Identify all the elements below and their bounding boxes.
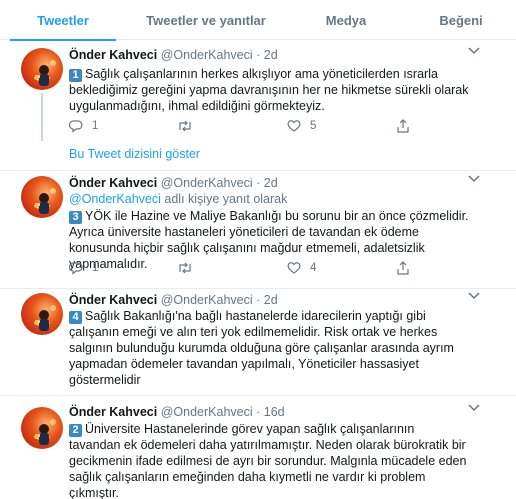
like-button[interactable]: 4 [287,261,316,274]
author-handle[interactable]: @OnderKahveci [161,48,253,62]
reply-icon [69,120,83,133]
profile-tabs: Tweetler Tweetler ve yanıtlar Medya Beğe… [0,0,516,41]
share-button[interactable] [396,119,410,133]
author-name[interactable]: Önder Kahveci [69,405,157,419]
author-handle[interactable]: @OnderKahveci [161,405,253,419]
tweet-time[interactable]: 2d [264,48,278,62]
tweet-time[interactable]: 16d [264,405,285,419]
tweet-text: 2 Üniversite Hastanelerinde görev yapan s… [69,421,469,499]
author-handle[interactable]: @OnderKahveci [161,293,253,307]
chevron-down-icon[interactable] [468,174,480,186]
heart-icon [287,262,301,274]
tab-likes[interactable]: Beğeni [406,0,516,40]
replying-to: @OnderKahveci adlı kişiye yanıt olarak [69,192,287,206]
reply-icon [69,262,83,275]
reply-to-handle[interactable]: @OnderKahveci [69,192,161,206]
author-handle[interactable]: @OnderKahveci [161,176,253,190]
tweet-text: 1 Sağlık çalışanlarının herkes alkışlıyor… [69,66,469,114]
like-count: 5 [310,119,317,132]
author-name[interactable]: Önder Kahveci [69,48,157,62]
tweet-text: 4 Sağlık Bakanlığı'na bağlı hastanelerde … [69,308,469,388]
chevron-down-icon[interactable] [468,46,480,58]
tweet-body: Sağlık Bakanlığı'na bağlı hastanelerde i… [69,309,454,387]
tweet-header: Önder Kahveci @OnderKahveci · 16d [69,405,285,419]
separator-dot: · [256,405,261,419]
separator-dot: · [256,176,261,190]
show-thread-link[interactable]: Bu Tweet dizisini göster [69,147,200,161]
tab-tweets[interactable]: Tweetler [0,0,126,41]
share-icon [397,119,409,133]
chevron-down-icon[interactable] [468,403,480,415]
like-count: 4 [310,261,317,274]
tab-media[interactable]: Medya [286,0,406,40]
like-button[interactable]: 5 [287,119,316,132]
keycap-number-icon: 3 [69,211,82,224]
tweet-actions: 1 5 [69,119,429,133]
tweet-actions: 1 4 [69,261,429,275]
reply-to-label: adlı kişiye yanıt olarak [164,192,288,206]
share-icon [397,261,409,275]
tweet-header: Önder Kahveci @OnderKahveci · 2d [69,293,278,307]
retweet-icon [179,262,191,274]
keycap-number-icon: 1 [69,69,82,82]
reply-button[interactable]: 1 [69,119,98,133]
tweet-header: Önder Kahveci @OnderKahveci · 2d [69,48,278,62]
chevron-down-icon[interactable] [468,291,480,303]
reply-button[interactable]: 1 [69,261,98,275]
author-name[interactable]: Önder Kahveci [69,293,157,307]
tweet-body: Üniversite Hastanelerinde görev yapan sa… [69,422,467,499]
keycap-number-icon: 4 [69,311,82,324]
tweet-1[interactable]: Önder Kahveci @OnderKahveci · 2d 1 Sağlık… [0,41,516,171]
avatar[interactable] [21,293,63,335]
reply-count: 1 [92,120,99,132]
tweet-2[interactable]: Önder Kahveci @OnderKahveci · 2d @OnderK… [0,172,516,289]
retweet-button[interactable] [177,119,202,133]
avatar[interactable] [21,48,63,90]
tweet-header: Önder Kahveci @OnderKahveci · 2d [69,176,278,190]
tweet-time[interactable]: 2d [264,176,278,190]
tab-tweets-and-replies[interactable]: Tweetler ve yanıtlar [126,0,286,40]
separator-dot: · [256,293,261,307]
separator-dot: · [256,48,261,62]
tweet-body: Sağlık çalışanlarının herkes alkışlıyor … [69,67,469,113]
avatar[interactable] [21,176,63,218]
thread-line [41,93,43,141]
avatar[interactable] [21,407,63,449]
tweet-4[interactable]: Önder Kahveci @OnderKahveci · 16d 2 Ünive… [0,397,516,499]
heart-icon [287,120,301,132]
author-name[interactable]: Önder Kahveci [69,176,157,190]
retweet-button[interactable] [177,261,202,275]
share-button[interactable] [396,261,410,275]
tweet-3[interactable]: Önder Kahveci @OnderKahveci · 2d 4 Sağlık… [0,290,516,396]
keycap-number-icon: 2 [69,424,82,437]
reply-count: 1 [92,262,99,274]
retweet-icon [179,120,191,132]
tweet-time[interactable]: 2d [264,293,278,307]
